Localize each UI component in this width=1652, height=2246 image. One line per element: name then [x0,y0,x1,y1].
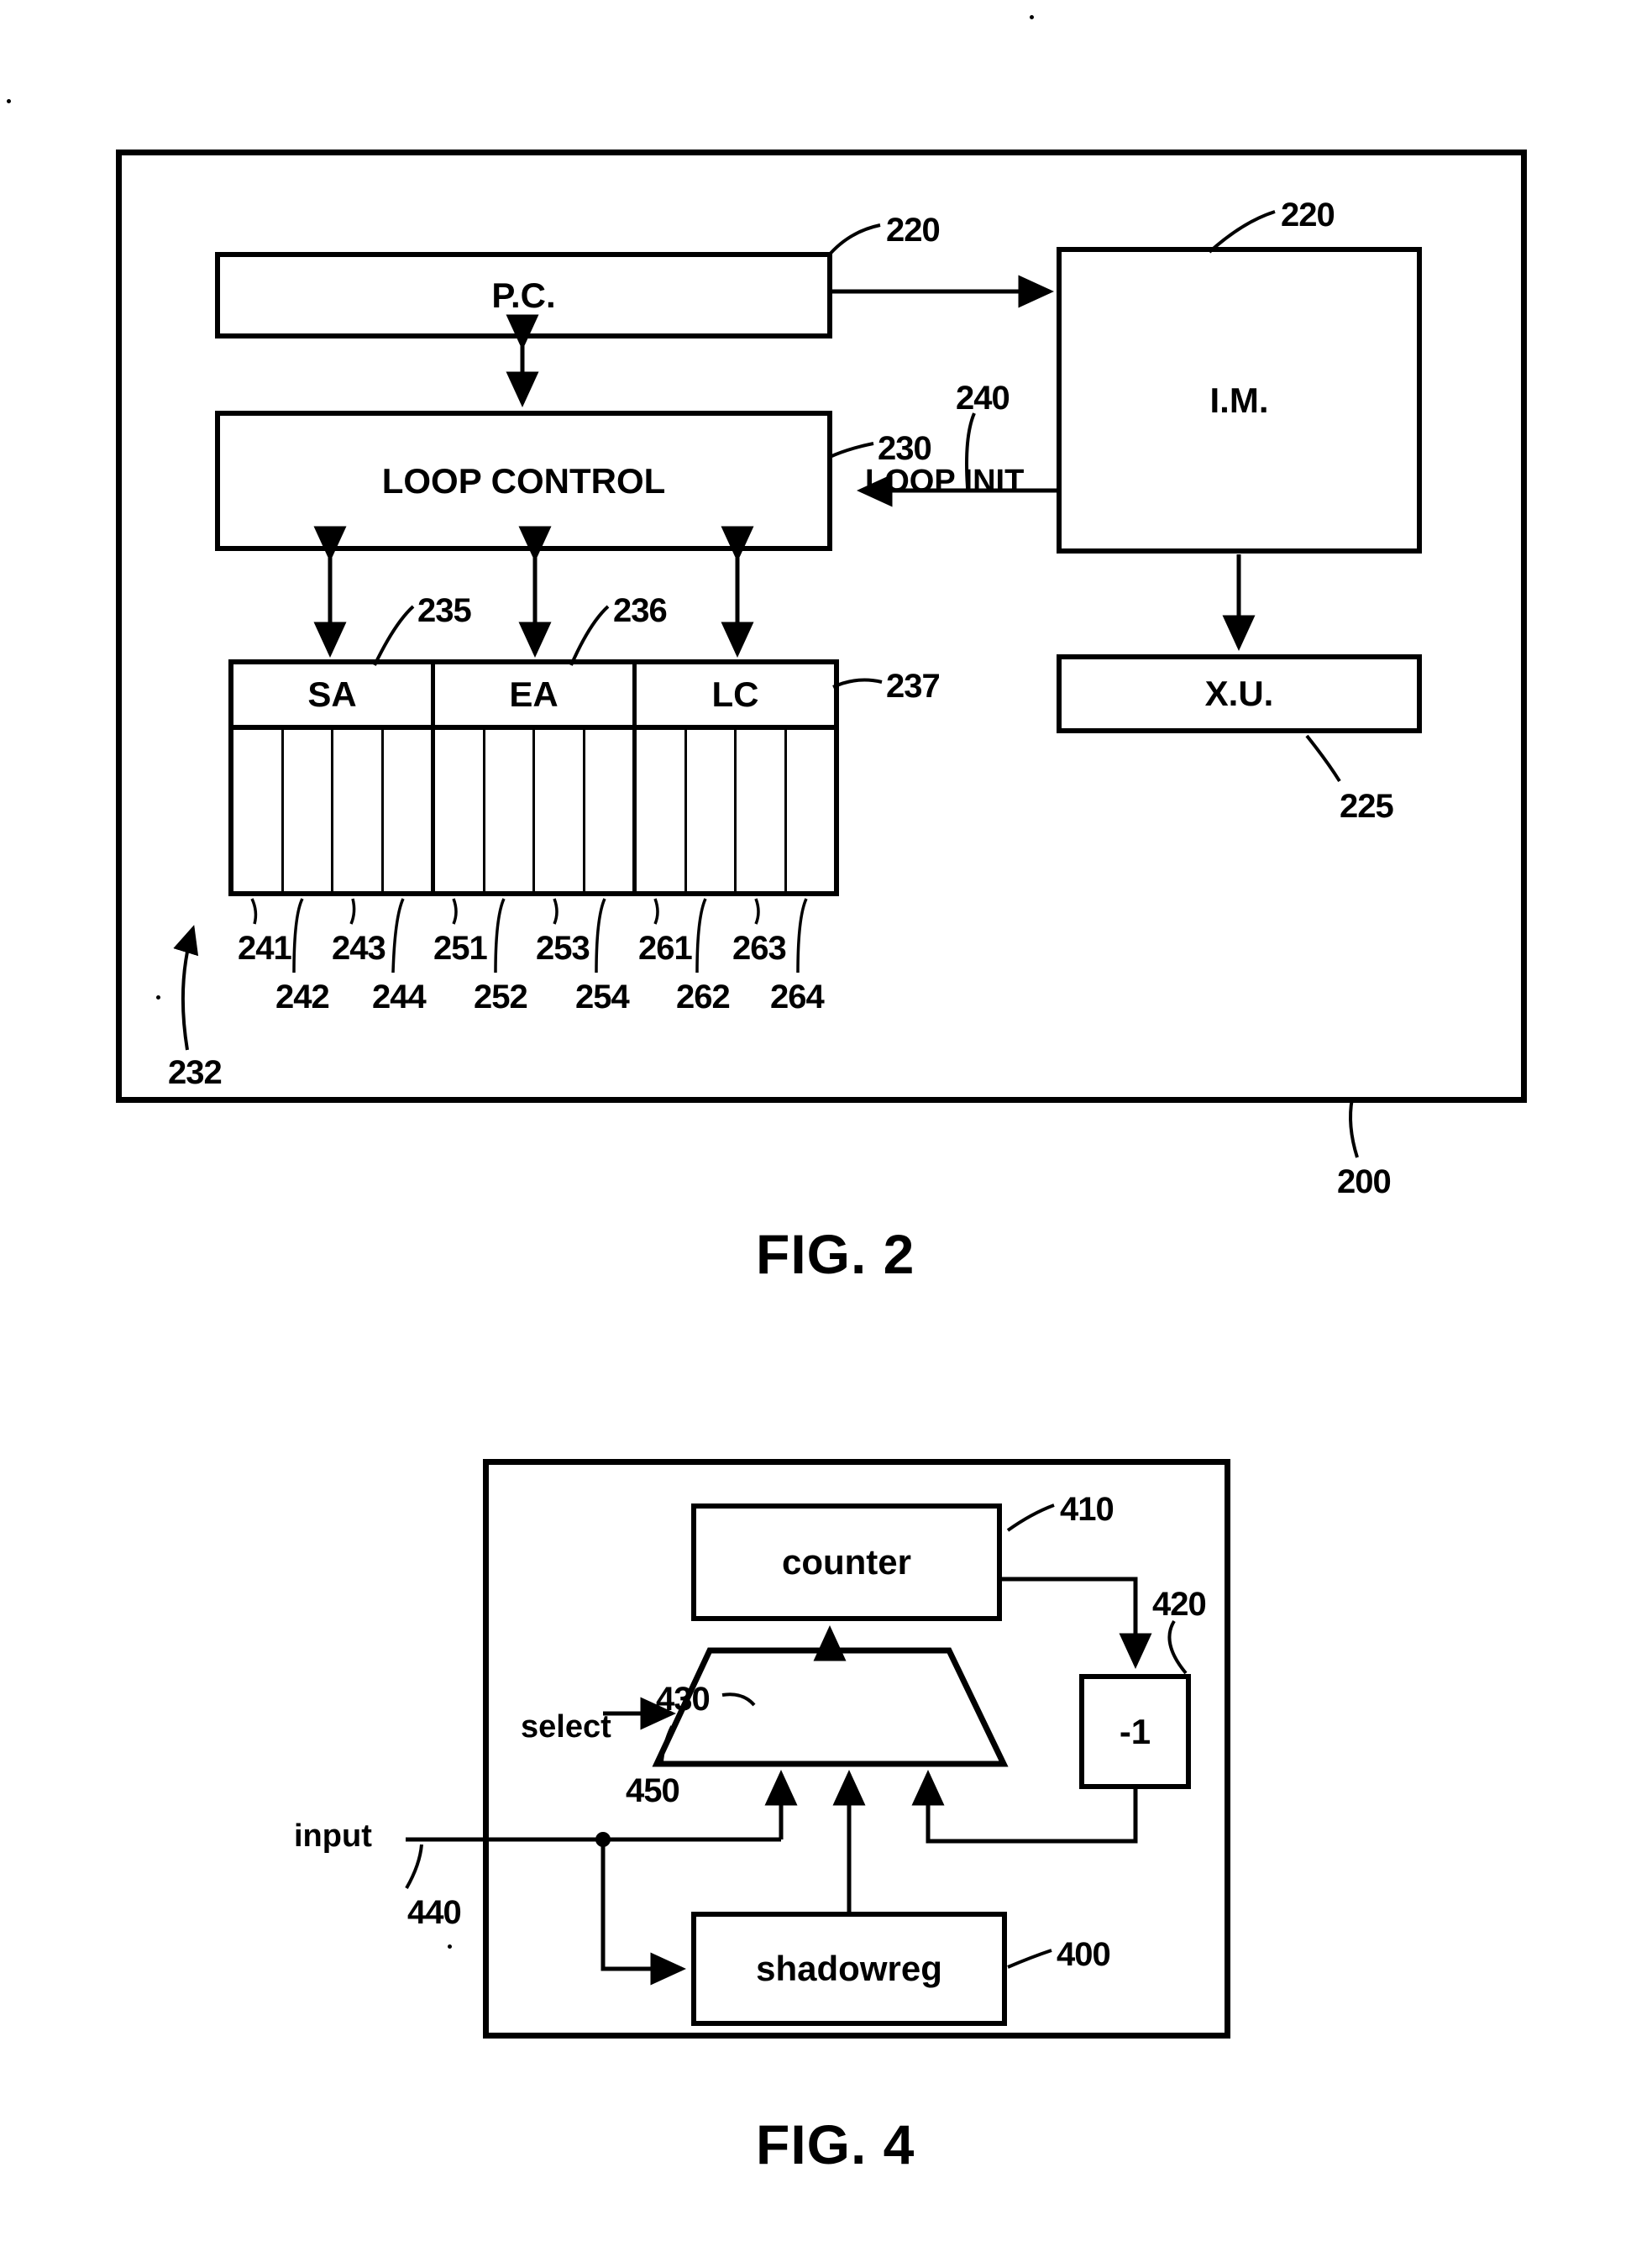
register-cell[interactable] [585,730,633,891]
ref-430-multiplexer: 430 [656,1681,711,1718]
ref-230-loop-control: 230 [878,430,932,467]
ref-242: 242 [275,979,330,1015]
ref-450-mux-input-bus: 450 [626,1772,680,1809]
scan-speck [156,995,160,1000]
ref-410-counter: 410 [1060,1491,1114,1528]
leader-440 [405,1844,423,1889]
register-column-header-lc: LC [711,674,759,714]
register-cell[interactable] [637,730,687,891]
register-cell[interactable] [687,730,737,891]
register-column-cells-sa [233,730,435,891]
ref-262: 262 [676,979,731,1015]
register-cell[interactable] [535,730,585,891]
scan-speck [1030,15,1034,19]
register-column-cells-lc [637,730,834,891]
block-loop-control-label: LOOP CONTROL [381,460,666,501]
ref-244: 244 [372,979,427,1015]
register-column-header-ea: EA [435,664,637,725]
ref-236-ea-column: 236 [613,592,668,629]
ref-263: 263 [732,930,787,967]
signal-loop-init-label: LOOP INIT [865,464,1025,499]
ref-240-loop-init: 240 [956,380,1010,417]
ref-420-decrementer: 420 [1152,1586,1207,1623]
block-decrementer[interactable]: -1 [1079,1674,1191,1789]
ref-400-shadow-register: 400 [1057,1936,1111,1973]
block-decrementer-label: -1 [1119,1711,1151,1751]
register-column-cells-ea [435,730,637,891]
block-execution-unit[interactable]: X.U. [1057,654,1422,733]
register-cell[interactable] [737,730,787,891]
ref-264: 264 [770,979,825,1015]
ref-220-im: 220 [1281,197,1335,234]
ref-251: 251 [433,930,488,967]
block-shadow-register-label: shadowreg [756,1949,942,1988]
figure-4-caption: FIG. 4 [756,2113,915,2175]
block-loop-control[interactable]: LOOP CONTROL [215,411,832,551]
block-instruction-memory-label: I.M. [1209,380,1269,420]
block-counter[interactable]: counter [691,1503,1002,1621]
scan-speck [7,99,11,103]
register-cell[interactable] [485,730,535,891]
register-cell[interactable] [233,730,284,891]
signal-select-label: select [521,1709,611,1745]
ref-225-xu: 225 [1340,788,1394,825]
register-cell[interactable] [284,730,333,891]
block-shadow-register[interactable]: shadowreg [691,1912,1007,2026]
block-instruction-memory[interactable]: I.M. [1057,247,1422,554]
ref-220-pc: 220 [886,212,941,249]
block-counter-label: counter [781,1542,911,1582]
block-program-counter[interactable]: P.C. [215,252,832,338]
ref-252: 252 [474,979,528,1015]
ref-253: 253 [536,930,590,967]
register-cell[interactable] [787,730,835,891]
ref-261: 261 [638,930,693,967]
ref-200-system: 200 [1337,1163,1392,1200]
register-table-body [233,730,834,891]
block-program-counter-label: P.C. [491,275,556,315]
ref-235-sa-column: 235 [417,592,472,629]
loop-register-table[interactable]: SA EA LC [228,659,839,896]
register-cell[interactable] [333,730,384,891]
ref-232-register-table: 232 [168,1054,223,1091]
signal-input-label: input [294,1818,372,1854]
scan-speck [448,1944,452,1949]
register-table-header: SA EA LC [233,664,834,730]
ref-241: 241 [238,930,292,967]
ref-237-register-file: 237 [886,668,941,705]
ref-440-input: 440 [407,1894,462,1931]
register-cell[interactable] [435,730,485,891]
register-cell[interactable] [384,730,432,891]
ref-254: 254 [575,979,630,1015]
ref-243: 243 [332,930,386,967]
leader-200 [1349,1098,1359,1158]
figure-2-caption: FIG. 2 [756,1223,915,1285]
block-execution-unit-label: X.U. [1204,674,1274,713]
register-column-header-sa: SA [233,664,435,725]
